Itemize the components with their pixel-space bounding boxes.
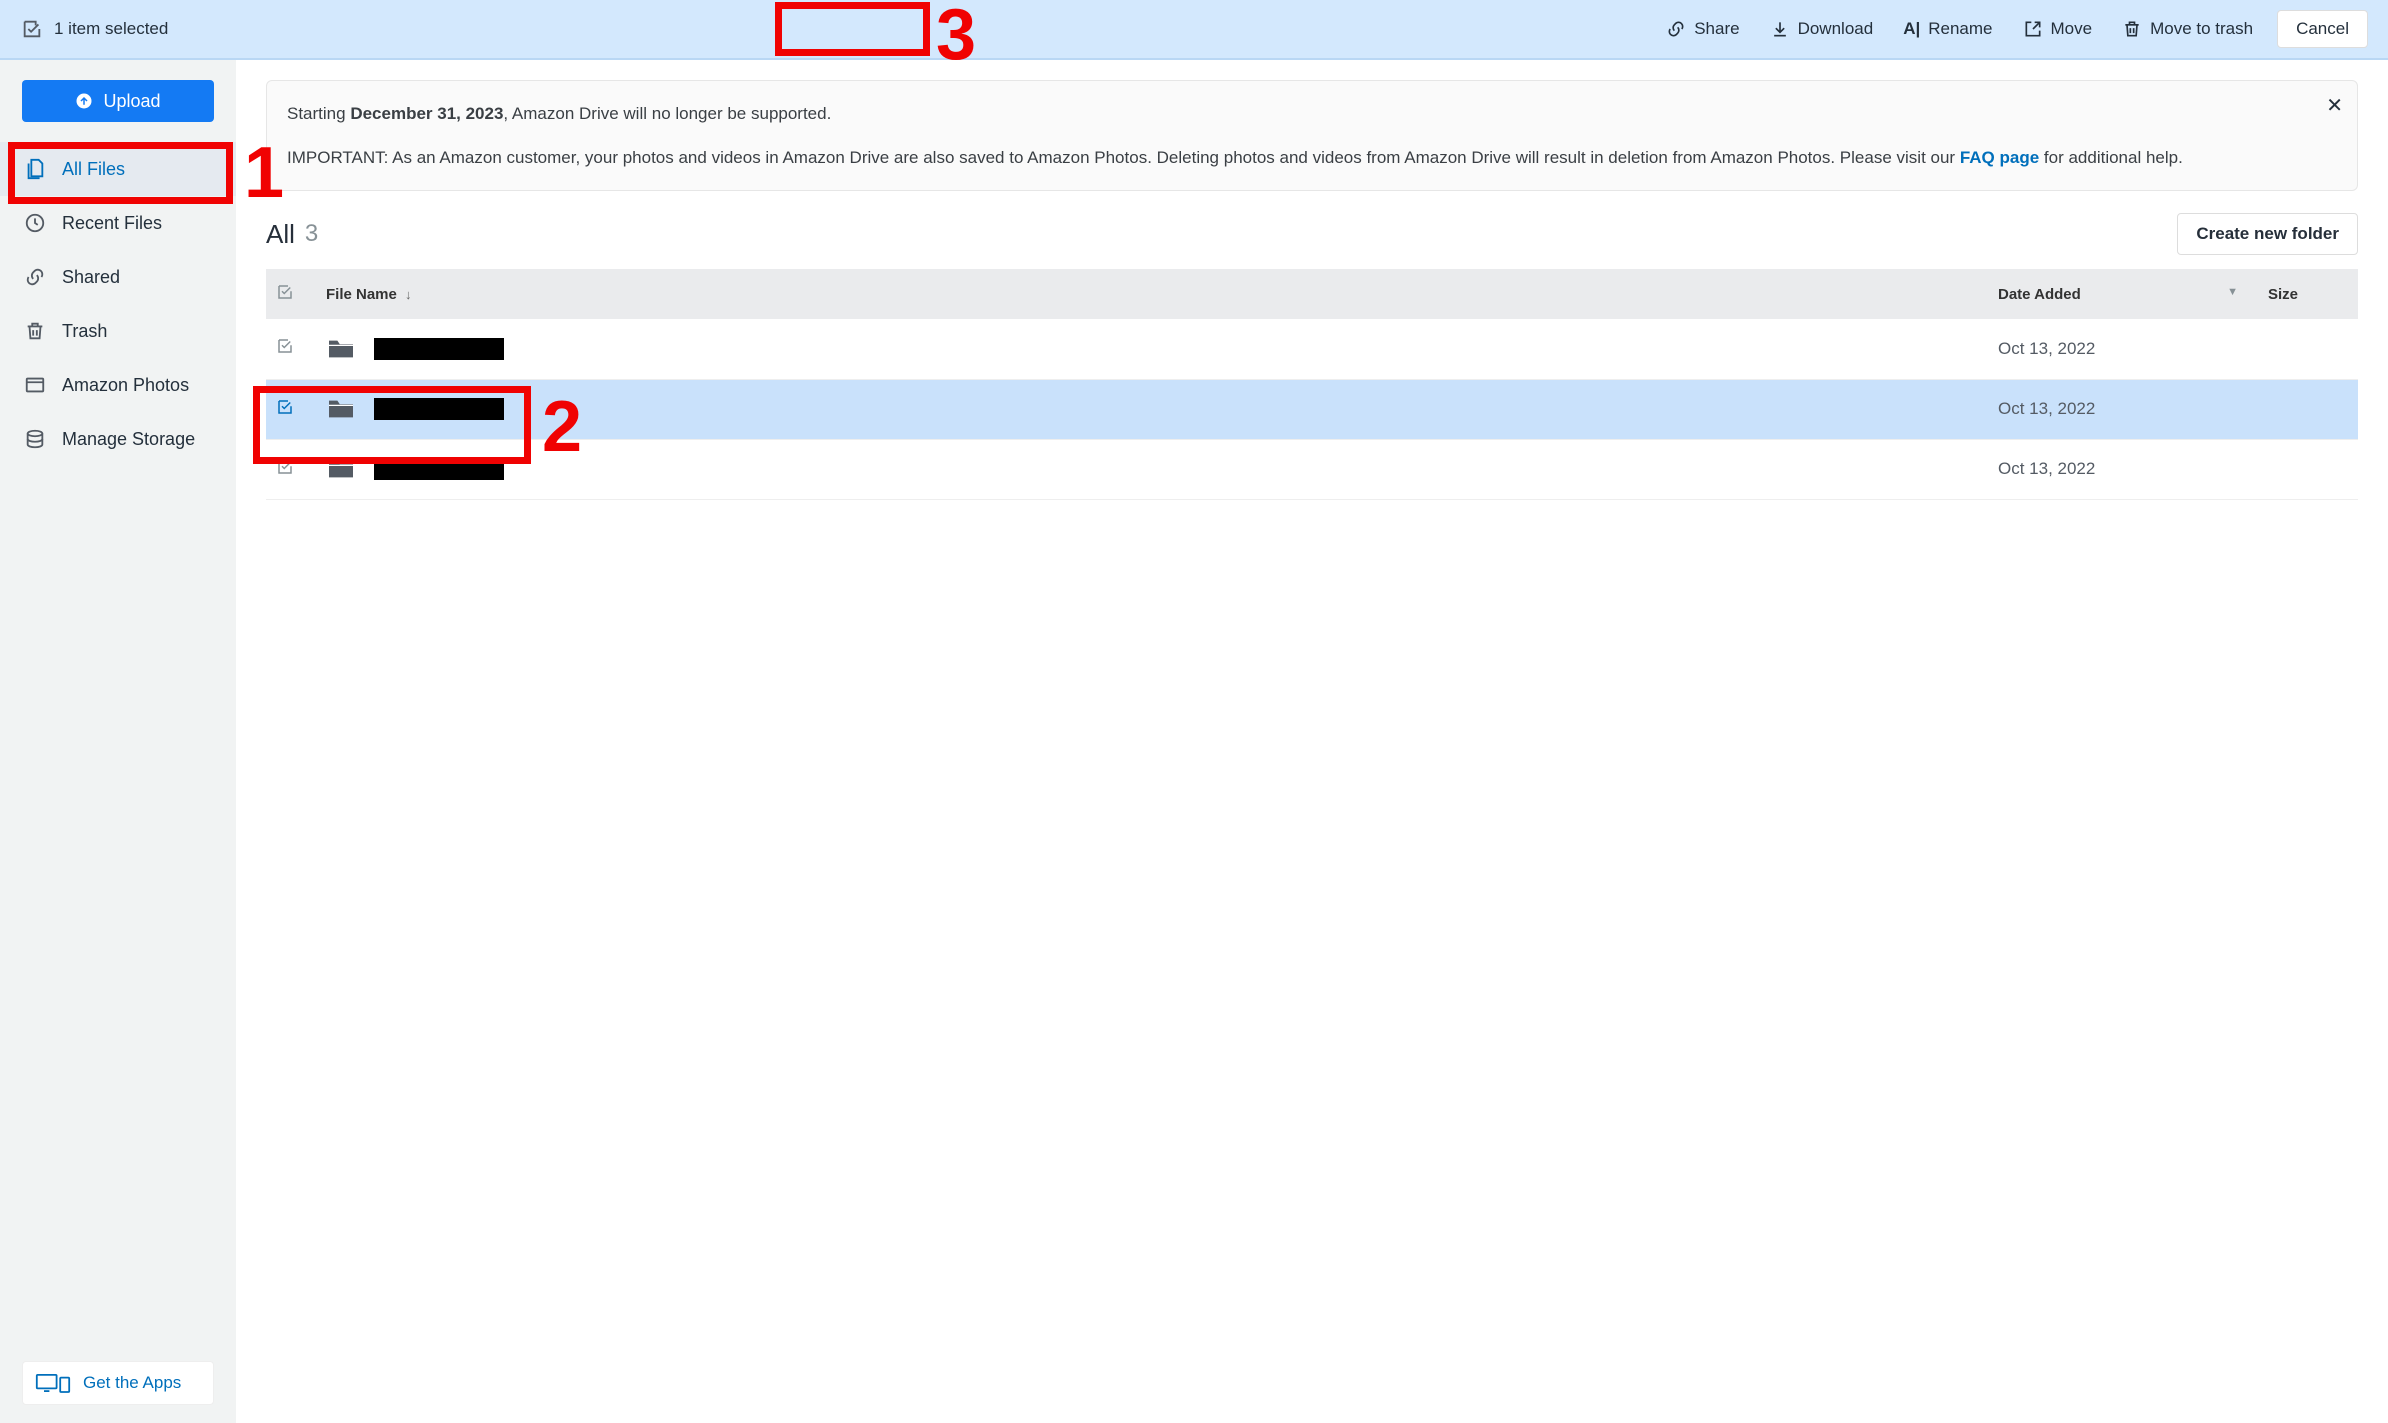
- date-added: Oct 13, 2022: [1988, 439, 2258, 499]
- download-button[interactable]: Download: [1764, 11, 1880, 47]
- folder-icon: [326, 457, 356, 481]
- photos-icon: [24, 374, 46, 396]
- notice-text: Starting: [287, 104, 350, 123]
- folder-icon: [326, 397, 356, 421]
- content-area: ✕ Starting December 31, 2023, Amazon Dri…: [236, 60, 2388, 1423]
- main-area: Upload All Files Recent Files Shared Tra…: [0, 60, 2388, 1423]
- sidebar-item-label: Shared: [62, 267, 120, 288]
- table-row[interactable]: Oct 13, 2022: [266, 319, 2358, 379]
- select-all-checkbox[interactable]: [266, 269, 316, 319]
- download-label: Download: [1798, 19, 1874, 39]
- col-label: File Name: [326, 286, 397, 303]
- sidebar-item-all-files[interactable]: All Files: [0, 142, 236, 196]
- move-button[interactable]: Move: [2017, 11, 2099, 47]
- file-name: [374, 338, 504, 358]
- move-label: Move: [2051, 19, 2093, 39]
- files-icon: [24, 158, 46, 180]
- rename-label: Rename: [1928, 19, 1992, 39]
- size: [2258, 319, 2358, 379]
- selection-count: 1 item selected: [54, 19, 168, 39]
- size: [2258, 439, 2358, 499]
- rename-button[interactable]: A| Rename: [1897, 11, 1998, 47]
- trash-icon: [24, 320, 46, 342]
- file-table: File Name ↓ Date Added ▼ Size: [266, 269, 2358, 500]
- sidebar-item-shared[interactable]: Shared: [0, 250, 236, 304]
- cancel-button[interactable]: Cancel: [2277, 10, 2368, 48]
- selection-toolbar: 1 item selected Share Download A| Rename…: [0, 0, 2388, 60]
- column-date-header[interactable]: Date Added ▼: [1988, 269, 2258, 319]
- sidebar-item-label: Manage Storage: [62, 429, 195, 450]
- col-label: Date Added: [1998, 286, 2081, 303]
- notice-date: December 31, 2023: [350, 104, 503, 123]
- size: [2258, 379, 2358, 439]
- column-size-header[interactable]: Size: [2258, 269, 2358, 319]
- redacted-name: [374, 338, 504, 360]
- upload-button[interactable]: Upload: [22, 80, 214, 122]
- close-icon[interactable]: ✕: [2326, 91, 2343, 121]
- faq-link[interactable]: FAQ page: [1960, 148, 2039, 167]
- row-checkbox[interactable]: [266, 439, 316, 499]
- notice-line2: IMPORTANT: As an Amazon customer, your p…: [287, 145, 2297, 171]
- file-name: [374, 458, 504, 478]
- clock-icon: [24, 212, 46, 234]
- content-title-row: All 3 Create new folder: [266, 213, 2358, 255]
- notice-text: for additional help.: [2039, 148, 2183, 167]
- date-added: Oct 13, 2022: [1988, 379, 2258, 439]
- sidebar-item-label: Recent Files: [62, 213, 162, 234]
- sidebar-item-label: Amazon Photos: [62, 375, 189, 396]
- notice-text: IMPORTANT: As an Amazon customer, your p…: [287, 148, 1960, 167]
- sidebar-item-label: Trash: [62, 321, 107, 342]
- upload-label: Upload: [103, 91, 160, 112]
- folder-icon: [326, 337, 356, 361]
- share-button[interactable]: Share: [1660, 11, 1745, 47]
- sidebar-item-photos[interactable]: Amazon Photos: [0, 358, 236, 412]
- table-row[interactable]: Oct 13, 2022: [266, 439, 2358, 499]
- item-count: 3: [305, 220, 318, 248]
- redacted-name: [374, 458, 504, 480]
- notice-line1: Starting December 31, 2023, Amazon Drive…: [287, 101, 2297, 127]
- table-header-row: File Name ↓ Date Added ▼ Size: [266, 269, 2358, 319]
- link-icon: [24, 266, 46, 288]
- move-to-trash-button[interactable]: Move to trash: [2116, 11, 2259, 47]
- sort-caret-icon: ▼: [2227, 286, 2238, 298]
- deprecation-notice: ✕ Starting December 31, 2023, Amazon Dri…: [266, 80, 2358, 191]
- sidebar: Upload All Files Recent Files Shared Tra…: [0, 60, 236, 1423]
- sidebar-item-trash[interactable]: Trash: [0, 304, 236, 358]
- devices-icon: [35, 1372, 71, 1394]
- redacted-name: [374, 398, 504, 420]
- notice-text: , Amazon Drive will no longer be support…: [503, 104, 831, 123]
- selection-actions: Share Download A| Rename Move Move to tr…: [1660, 10, 2368, 48]
- column-name-header[interactable]: File Name ↓: [316, 269, 1988, 319]
- create-folder-button[interactable]: Create new folder: [2177, 213, 2358, 255]
- selection-info: 1 item selected: [20, 17, 168, 41]
- storage-icon: [24, 428, 46, 450]
- sidebar-item-label: All Files: [62, 159, 125, 180]
- trash-label: Move to trash: [2150, 19, 2253, 39]
- sidebar-item-recent[interactable]: Recent Files: [0, 196, 236, 250]
- sort-down-icon: ↓: [405, 287, 412, 302]
- sidebar-item-storage[interactable]: Manage Storage: [0, 412, 236, 466]
- share-label: Share: [1694, 19, 1739, 39]
- col-label: Size: [2268, 286, 2298, 303]
- get-apps-button[interactable]: Get the Apps: [22, 1361, 214, 1405]
- row-checkbox[interactable]: [266, 319, 316, 379]
- row-checkbox[interactable]: [266, 379, 316, 439]
- page-title: All: [266, 219, 295, 250]
- file-name: [374, 398, 504, 418]
- table-row[interactable]: Oct 13, 2022: [266, 379, 2358, 439]
- selected-check-icon: [20, 17, 44, 41]
- get-apps-label: Get the Apps: [83, 1373, 181, 1393]
- date-added: Oct 13, 2022: [1988, 319, 2258, 379]
